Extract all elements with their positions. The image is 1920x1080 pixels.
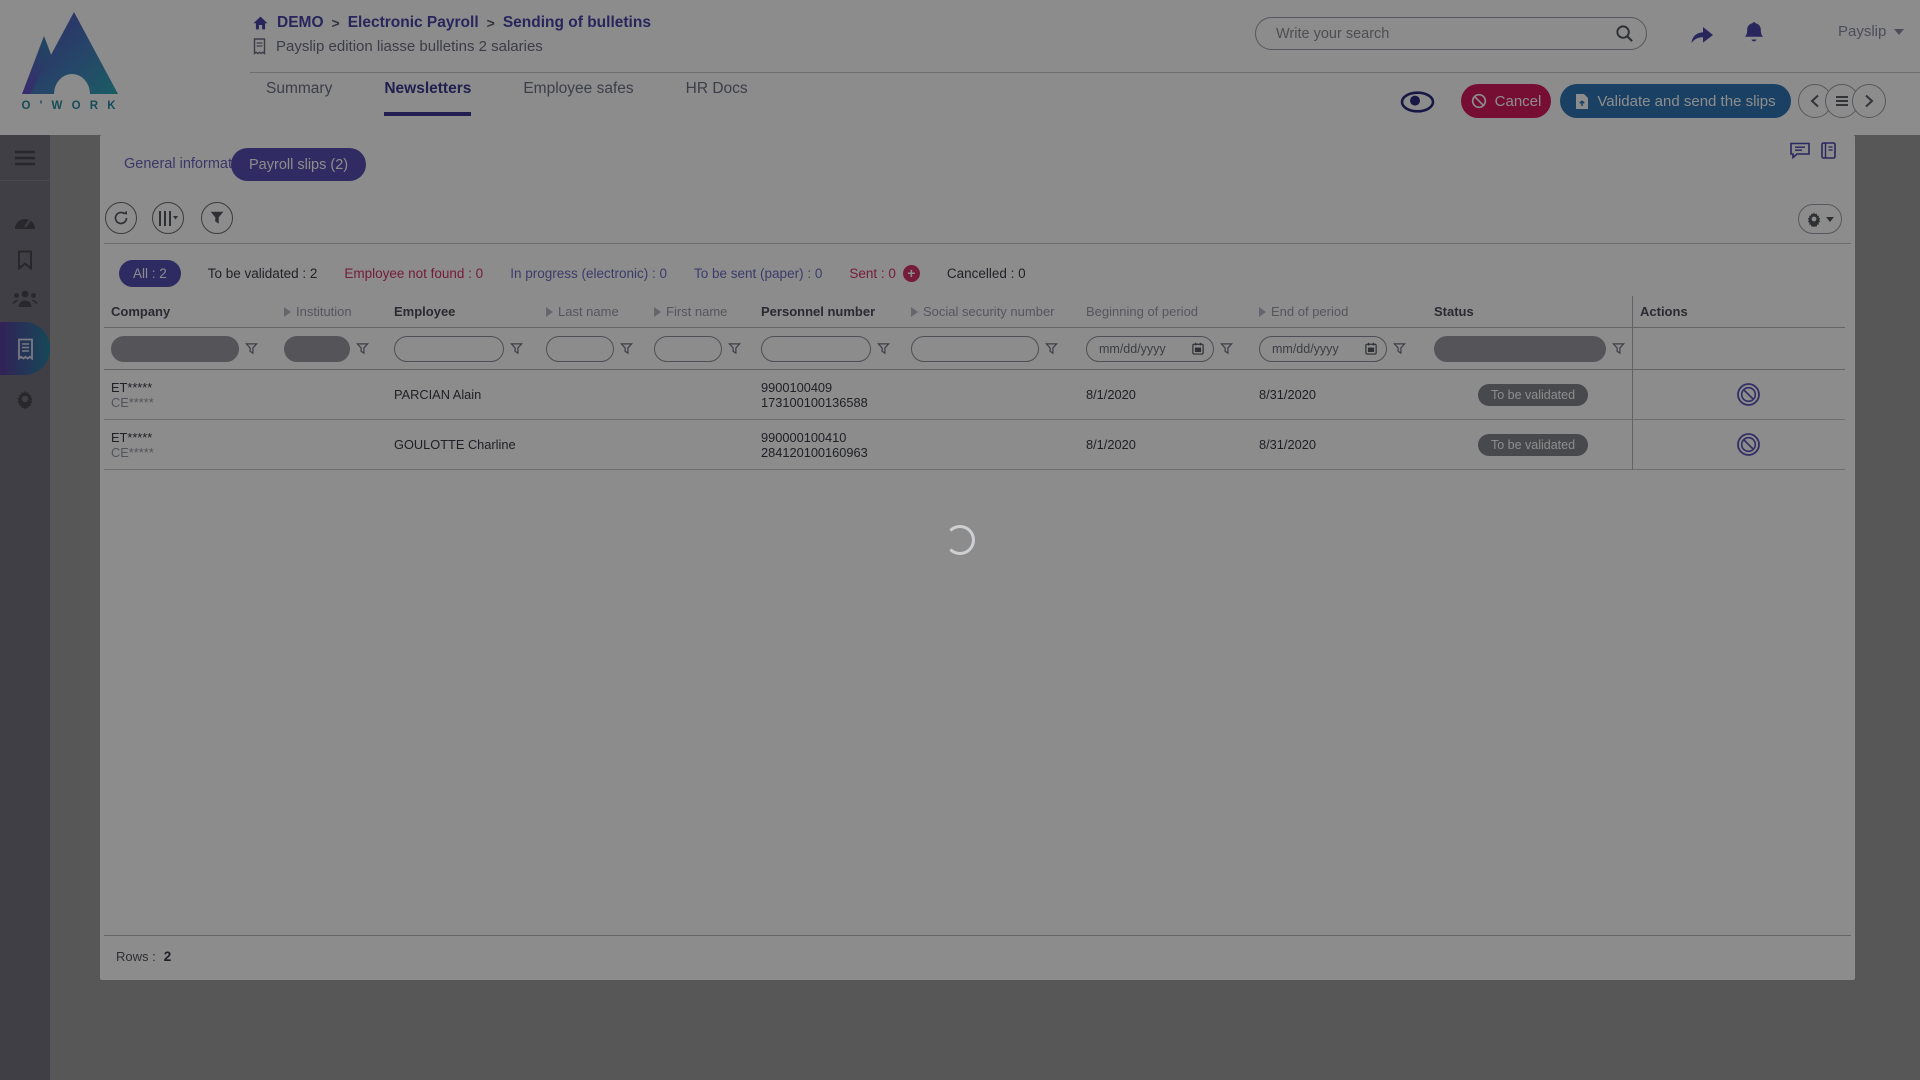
loading-spinner xyxy=(945,525,975,555)
app-screen: O ' W O R K DEMO > Electronic Payroll > … xyxy=(0,0,1920,1080)
